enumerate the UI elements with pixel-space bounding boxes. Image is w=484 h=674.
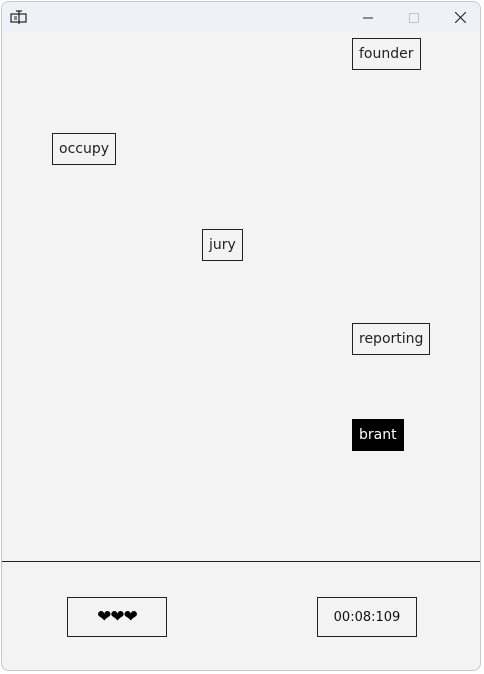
status-divider	[2, 561, 480, 562]
maximize-button[interactable]	[391, 2, 437, 32]
maximize-icon	[409, 8, 419, 27]
timer-display: 00:08:109	[317, 597, 417, 637]
timer-text: 00:08:109	[333, 609, 401, 625]
lives-display: ❤❤❤	[67, 597, 167, 637]
word-tile[interactable]: occupy	[52, 133, 117, 165]
minimize-button[interactable]	[345, 2, 391, 32]
heart-icon: ❤❤❤	[97, 607, 138, 627]
title-bar[interactable]	[2, 2, 480, 32]
game-window: founder occupy jury reporting brant ❤❤❤ …	[1, 1, 481, 671]
close-button[interactable]	[437, 2, 480, 32]
word-tile[interactable]: jury	[202, 229, 243, 261]
close-icon	[454, 8, 466, 27]
word-tile-selected[interactable]: brant	[352, 419, 404, 451]
minimize-icon	[363, 8, 373, 27]
word-tile[interactable]: founder	[352, 38, 421, 70]
game-window-icon	[10, 9, 28, 25]
word-tile[interactable]: reporting	[352, 323, 431, 355]
